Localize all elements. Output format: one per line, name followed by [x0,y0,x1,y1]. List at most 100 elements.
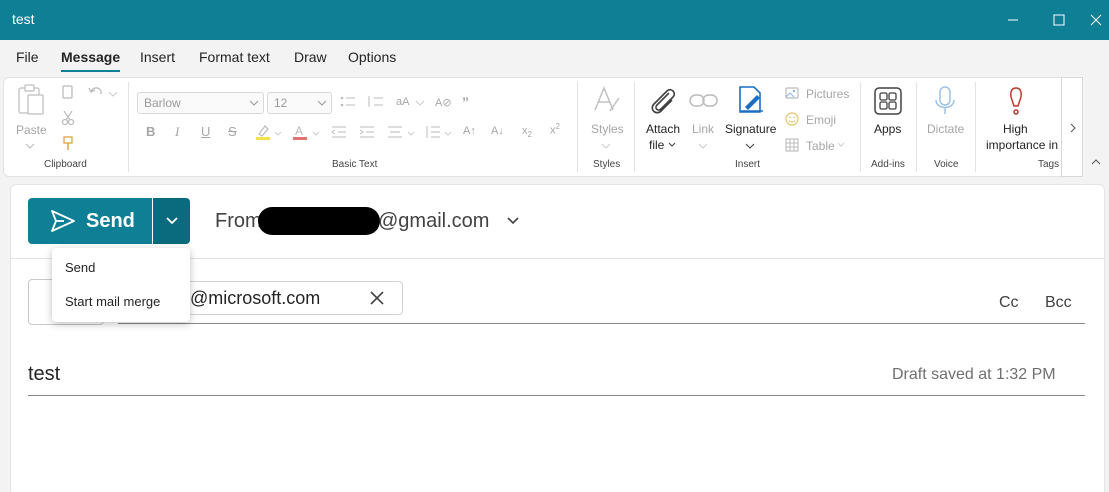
font-size-value: 12 [274,96,288,110]
cc-button[interactable]: Cc [999,294,1019,312]
clear-formatting-icon[interactable]: A⊘ [435,96,452,109]
undo-icon[interactable] [88,85,104,99]
send-button[interactable]: Send [28,198,152,244]
ribbon-scroll-right-button[interactable] [1061,77,1083,177]
signature-label[interactable]: Signature [725,122,776,136]
tab-draw[interactable]: Draw [294,49,327,65]
tags-group-label: Tags [1038,159,1060,170]
microphone-icon[interactable] [933,86,957,116]
remove-recipient-icon[interactable] [369,290,385,306]
chevron-down-icon[interactable] [506,216,520,226]
subject-field[interactable]: test [28,363,60,386]
apps-label[interactable]: Apps [874,122,901,136]
chevron-down-icon [312,131,320,136]
emoji-label[interactable]: Emoji [806,113,836,127]
tab-message[interactable]: Message [61,49,121,72]
from-email-suffix[interactable]: @gmail.com [378,210,489,233]
maximize-icon [1053,14,1065,26]
attach-file-icon[interactable] [647,85,679,117]
to-field-underline [118,323,1085,324]
chevron-down-icon [444,131,452,136]
subscript-icon[interactable]: x2 [522,125,532,139]
chevron-down-icon [165,217,178,225]
font-name-combo[interactable]: Barlow [137,92,264,114]
table-label[interactable]: Table [806,139,835,153]
chevron-down-icon [249,100,259,106]
chevron-down-icon [415,100,425,106]
decrease-indent-icon[interactable] [331,125,347,139]
signature-icon[interactable] [737,85,765,115]
ribbon-separator [634,82,635,172]
strikethrough-icon[interactable]: S [228,124,237,139]
link-label[interactable]: Link [692,122,714,136]
styles-icon[interactable] [592,85,622,115]
bullets-icon[interactable] [340,95,356,109]
format-painter-icon[interactable] [61,136,75,152]
styles-label[interactable]: Styles [591,122,624,136]
insert-group-label: Insert [735,159,761,170]
send-dropdown-menu: Send Start mail merge [52,248,190,322]
change-case-icon[interactable]: aA [396,96,409,108]
chevron-down-icon [745,143,755,149]
copy-icon[interactable] [61,85,75,101]
chevron-down-icon [274,131,282,136]
line-spacing-icon[interactable] [425,125,441,139]
increase-indent-icon[interactable] [359,125,375,139]
superscript-icon[interactable]: x2 [550,122,560,137]
bcc-button[interactable]: Bcc [1045,294,1072,312]
dictate-label[interactable]: Dictate [927,122,964,136]
apps-icon[interactable] [873,86,903,116]
underline-icon[interactable]: U [201,124,210,139]
grow-font-icon[interactable]: A↑ [463,125,476,137]
styles-group-label: Styles [593,159,621,170]
tab-file[interactable]: File [16,49,39,65]
minimize-button[interactable] [990,0,1036,40]
quote-icon[interactable]: ” [462,94,469,110]
font-size-combo[interactable]: 12 [267,92,332,114]
pictures-label[interactable]: Pictures [806,87,849,101]
italic-icon[interactable]: I [175,124,179,140]
ribbon-separator [577,82,578,172]
paste-label[interactable]: Paste [16,123,47,137]
ribbon-separator [975,82,976,172]
from-label[interactable]: From [215,210,262,233]
pictures-icon[interactable] [785,87,799,99]
shrink-font-icon[interactable]: A↓ [491,125,504,137]
send-options-button[interactable] [153,198,190,244]
redacted-from-address [258,207,380,235]
numbering-icon[interactable] [368,95,384,109]
paste-icon[interactable] [16,84,46,116]
ribbon-separator [916,82,917,172]
chevron-down-icon [668,142,676,147]
bold-icon[interactable]: B [146,124,155,139]
maximize-button[interactable] [1036,0,1082,40]
minimize-icon [1008,19,1018,21]
collapse-ribbon-icon[interactable] [1087,152,1105,172]
tab-insert[interactable]: Insert [140,49,175,65]
tab-format-text[interactable]: Format text [199,49,270,65]
title-bar: test [0,0,1109,40]
chevron-right-icon [1070,123,1076,133]
table-icon[interactable] [785,138,799,152]
cut-icon[interactable] [61,110,75,126]
link-icon[interactable] [688,90,720,112]
attach-label-line2[interactable]: file [649,138,664,152]
attach-label-line1[interactable]: Attach [646,122,680,136]
subject-underline [28,395,1085,396]
highlight-icon[interactable] [255,124,271,140]
chevron-down-icon [317,100,327,106]
align-icon[interactable] [387,125,403,139]
chevron-down-icon [837,142,845,147]
high-importance-label-line2[interactable]: importance in [986,138,1060,152]
high-importance-icon[interactable] [1006,86,1026,116]
high-importance-label-line1[interactable]: High [1003,122,1028,136]
recipient-email: rt@microsoft.com [179,288,321,308]
tab-options[interactable]: Options [348,49,396,65]
close-window-button[interactable] [1082,0,1109,40]
close-icon [1090,14,1101,26]
emoji-icon[interactable] [785,112,799,126]
font-color-icon[interactable]: A [292,124,308,140]
menu-item-start-mail-merge[interactable]: Start mail merge [65,294,160,309]
menu-item-send[interactable]: Send [65,260,95,275]
send-label: Send [86,209,135,232]
